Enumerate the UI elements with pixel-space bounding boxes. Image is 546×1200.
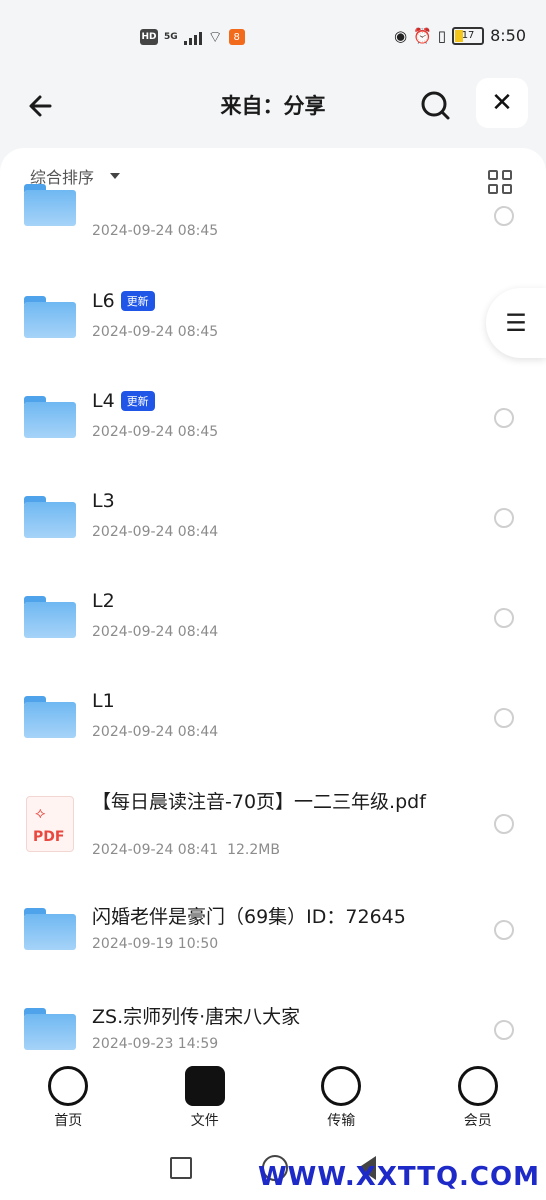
- item-date: 2024-09-19 10:50: [92, 936, 219, 952]
- select-radio[interactable]: [494, 814, 514, 834]
- bottom-tab-bar: 首页 文件 传输 会员: [0, 1060, 546, 1136]
- update-badge: 更新: [120, 391, 155, 411]
- folder-icon: [24, 1008, 76, 1050]
- select-radio[interactable]: [494, 408, 514, 428]
- status-right: ◉ ⏰ ▯ 17 8:50: [394, 26, 526, 45]
- eye-icon: ◉: [394, 26, 408, 45]
- list-item[interactable]: ⟡ PDF 【每日晨读注音-70页】一二三年级.pdf 2024-09-24 0…: [0, 766, 546, 876]
- item-name: 【每日晨读注音-70页】一二三年级.pdf: [92, 791, 426, 813]
- item-date: 2024-09-24 08:44: [92, 624, 219, 640]
- chevron-down-icon: [110, 173, 121, 179]
- item-name: 闪婚老伴是豪门（69集）ID：72645: [92, 906, 406, 928]
- clock: 8:50: [490, 26, 526, 45]
- search-icon[interactable]: [416, 86, 456, 126]
- select-radio[interactable]: [494, 920, 514, 940]
- app-badge-icon: 8: [228, 29, 245, 45]
- acrobat-icon: ⟡: [35, 803, 46, 822]
- close-icon: ✕: [491, 88, 513, 118]
- wallet-icon: [184, 1066, 225, 1106]
- list-item[interactable]: ZS.宗师列传·唐宋八大家 2024-09-23 14:59: [0, 978, 546, 1060]
- wifi-icon: ⌔: [207, 27, 223, 46]
- transfer-icon: [321, 1066, 362, 1106]
- list-item[interactable]: L3 2024-09-24 08:44: [0, 466, 546, 566]
- list-item[interactable]: L4 更新 2024-09-24 08:45: [0, 366, 546, 466]
- menu-icon: ☰: [505, 309, 527, 337]
- folder-icon: [24, 496, 76, 538]
- page-title: 来自：分享: [220, 94, 326, 118]
- folder-icon: [24, 396, 76, 438]
- hd-icon: HD: [140, 29, 158, 45]
- pdf-icon: ⟡ PDF: [26, 796, 74, 852]
- tab-home[interactable]: 首页: [23, 1066, 113, 1130]
- grid-view-icon[interactable]: [488, 170, 512, 194]
- select-radio[interactable]: [494, 708, 514, 728]
- list-item[interactable]: L2 2024-09-24 08:44: [0, 566, 546, 666]
- item-name: L4 更新: [92, 390, 155, 412]
- list-item[interactable]: L1 2024-09-24 08:44: [0, 666, 546, 766]
- select-radio[interactable]: [494, 206, 514, 226]
- tab-files[interactable]: 文件: [160, 1066, 250, 1130]
- battery-icon: 17: [452, 26, 485, 45]
- home-face-icon: [48, 1066, 89, 1106]
- vibrate-icon: ▯: [437, 26, 447, 45]
- item-date: 2024-09-24 08:44: [92, 524, 219, 540]
- status-bar: HD 5G ⌔ 8 ◉ ⏰ ▯ 17 8:50: [0, 0, 546, 76]
- header: 来自：分享 ✕: [0, 76, 546, 136]
- folder-icon: [24, 908, 76, 950]
- alarm-icon: ⏰: [413, 26, 432, 45]
- recent-apps-button[interactable]: [170, 1157, 192, 1179]
- select-radio[interactable]: [494, 508, 514, 528]
- folder-icon: [24, 696, 76, 738]
- update-badge: 更新: [120, 291, 155, 311]
- signal-icon: [183, 29, 202, 45]
- status-left: HD 5G ⌔ 8: [140, 27, 245, 47]
- close-button[interactable]: ✕: [476, 78, 528, 128]
- watermark-text: WWW.XXTTQ.COM: [258, 1162, 540, 1192]
- folder-icon: [24, 296, 76, 338]
- item-date: 2024-09-24 08:45: [92, 424, 219, 440]
- item-date: 2024-09-24 08:44: [92, 724, 219, 740]
- list-item[interactable]: L6 更新 2024-09-24 08:45: [0, 266, 546, 366]
- item-name: L6 更新: [92, 290, 155, 312]
- file-panel: 综合排序 2024-09-24 08:45 L6 更新 2024-09-24 08…: [0, 148, 546, 1060]
- item-name: L1: [92, 690, 115, 712]
- tab-transfer[interactable]: 传输: [296, 1066, 386, 1130]
- item-date: 2024-09-24 08:45: [92, 223, 219, 239]
- list-item[interactable]: 闪婚老伴是豪门（69集）ID：72645 2024-09-19 10:50: [0, 878, 546, 978]
- pdf-label: PDF: [33, 829, 65, 845]
- select-radio[interactable]: [494, 1020, 514, 1040]
- network-label: 5G: [164, 32, 178, 42]
- folder-icon: [24, 596, 76, 638]
- tab-membership[interactable]: 会员: [433, 1066, 523, 1130]
- select-radio[interactable]: [494, 608, 514, 628]
- item-name: ZS.宗师列传·唐宋八大家: [92, 1006, 301, 1028]
- folder-icon: [24, 184, 76, 226]
- item-date: 2024-09-23 14:59: [92, 1036, 219, 1052]
- item-name: L3: [92, 490, 115, 512]
- cloud-icon: [457, 1066, 498, 1106]
- item-name: L2: [92, 590, 115, 612]
- item-meta: 2024-09-24 08:41 12.2MB: [92, 842, 280, 858]
- item-date: 2024-09-24 08:45: [92, 324, 219, 340]
